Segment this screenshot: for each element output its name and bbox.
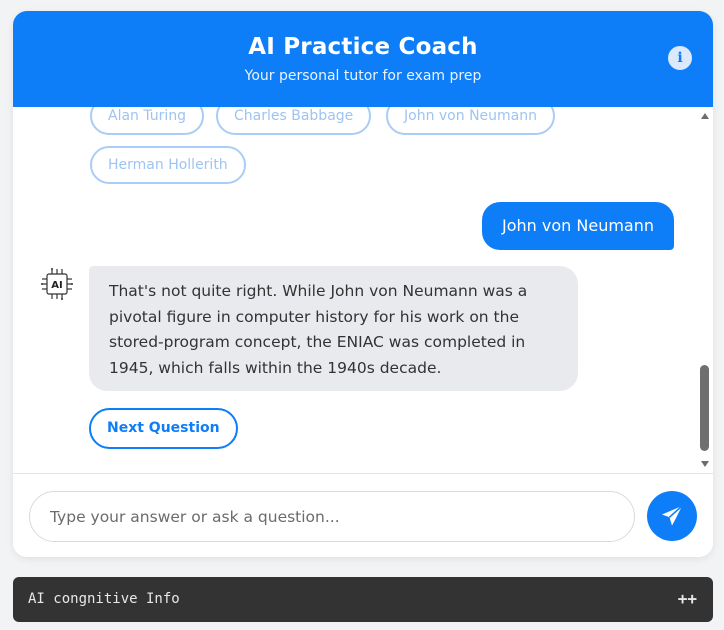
scroll-down-arrow-icon[interactable] [701, 461, 709, 467]
next-question-button[interactable]: Next Question [89, 408, 238, 449]
ai-message: That's not quite right. While John von N… [89, 266, 578, 391]
cognitive-info-label: AI congnitive Info [28, 591, 180, 607]
ai-avatar-label: AI [51, 280, 62, 291]
message-list: Alan Turing Charles Babbage John von Neu… [13, 107, 713, 473]
answer-option-herman-hollerith[interactable]: Herman Hollerith [90, 146, 246, 184]
answer-option-alan-turing[interactable]: Alan Turing [90, 107, 205, 135]
expand-toggle[interactable]: ++ [678, 589, 697, 608]
send-button[interactable] [647, 491, 697, 541]
chat-card: AI Practice Coach Your personal tutor fo… [13, 11, 713, 557]
answer-option-john-von-neumann[interactable]: John von Neumann [386, 107, 555, 135]
chat-header: AI Practice Coach Your personal tutor fo… [13, 11, 713, 107]
ai-chip-icon: AI [40, 267, 74, 301]
page-title: AI Practice Coach [248, 34, 478, 60]
page-subtitle: Your personal tutor for exam prep [244, 68, 482, 84]
cognitive-info-bar[interactable]: AI congnitive Info ++ [13, 577, 713, 622]
paper-plane-icon [662, 505, 683, 526]
user-message: John von Neumann [482, 202, 674, 250]
input-area [13, 473, 713, 557]
answer-option-charles-babbage[interactable]: Charles Babbage [216, 107, 372, 135]
scrollbar[interactable] [697, 107, 713, 473]
answer-input[interactable] [29, 491, 635, 542]
info-icon[interactable]: i [668, 46, 692, 70]
scroll-thumb[interactable] [700, 365, 709, 451]
scroll-up-arrow-icon[interactable] [701, 113, 709, 119]
